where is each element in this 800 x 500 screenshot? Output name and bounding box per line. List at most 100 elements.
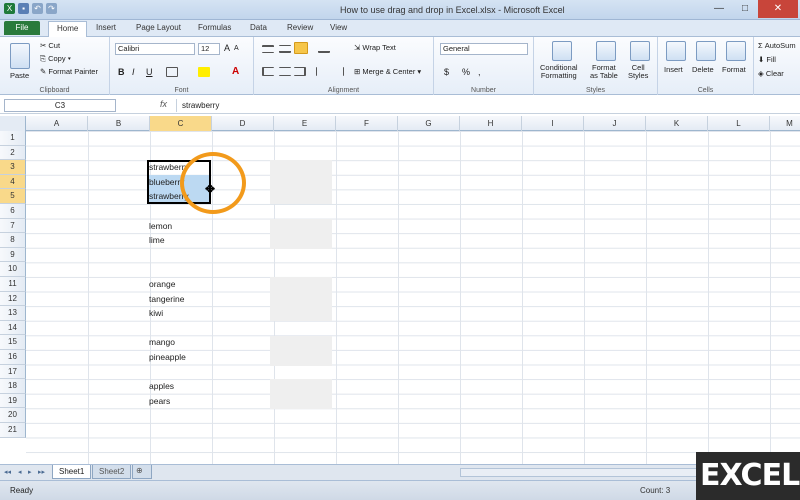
shrink-font-button[interactable]: A	[234, 45, 239, 52]
cell-area[interactable]	[26, 131, 800, 464]
cell-value[interactable]: orange	[149, 277, 175, 292]
wrap-text-button[interactable]: ⇲ Wrap Text	[354, 43, 396, 52]
tab-review[interactable]: Review	[287, 23, 313, 32]
paste-button[interactable]: Paste	[10, 71, 29, 80]
align-bottom-icon[interactable]	[294, 42, 308, 54]
orientation-icon[interactable]	[318, 45, 330, 53]
tab-page-layout[interactable]: Page Layout	[136, 23, 181, 32]
row-header-11[interactable]: 11	[0, 277, 26, 292]
horizontal-scrollbar[interactable]	[460, 468, 700, 477]
row-header-18[interactable]: 18	[0, 379, 26, 394]
italic-button[interactable]: I	[132, 67, 135, 77]
insert-cells-icon[interactable]	[666, 41, 686, 61]
cell-value[interactable]: apples	[149, 379, 174, 394]
row-header-1[interactable]: 1	[0, 131, 26, 146]
row-header-14[interactable]: 14	[0, 320, 26, 336]
column-header-h[interactable]: H	[460, 116, 522, 131]
select-all-corner[interactable]	[0, 116, 26, 131]
column-header-e[interactable]: E	[274, 116, 336, 131]
undo-icon[interactable]: ↶	[32, 3, 43, 14]
insert-cells-button[interactable]: Insert	[664, 65, 683, 74]
borders-icon[interactable]	[166, 67, 178, 77]
row-header-13[interactable]: 13	[0, 306, 26, 321]
row-header-15[interactable]: 15	[0, 335, 26, 350]
cell-value[interactable]: pineapple	[149, 350, 186, 365]
font-name-select[interactable]: Calibri	[115, 43, 195, 55]
cell-value[interactable]: pears	[149, 394, 170, 409]
percent-button[interactable]: %	[462, 67, 470, 77]
row-header-6[interactable]: 6	[0, 204, 26, 219]
cell-value[interactable]: lime	[149, 233, 165, 248]
row-header-10[interactable]: 10	[0, 262, 26, 277]
row-header-17[interactable]: 17	[0, 364, 26, 380]
sheet-tab-sheet1[interactable]: Sheet1	[52, 465, 92, 479]
column-header-i[interactable]: I	[522, 116, 584, 131]
row-header-16[interactable]: 16	[0, 350, 26, 365]
delete-cells-icon[interactable]	[696, 41, 716, 61]
format-as-table-button[interactable]: Format as Table	[590, 64, 618, 80]
prev-sheet-icon[interactable]: ◂	[18, 468, 22, 476]
align-right-icon[interactable]	[294, 67, 306, 76]
cut-button[interactable]: ✂ Cut	[40, 41, 60, 50]
align-left-icon[interactable]	[262, 67, 274, 76]
row-header-12[interactable]: 12	[0, 291, 26, 307]
increase-indent-icon[interactable]	[332, 67, 344, 76]
row-header-2[interactable]: 2	[0, 145, 26, 161]
decrease-indent-icon[interactable]	[316, 67, 328, 76]
column-header-b[interactable]: B	[88, 116, 150, 131]
format-cells-icon[interactable]	[726, 41, 746, 61]
bold-button[interactable]: B	[118, 67, 125, 77]
format-painter-button[interactable]: ✎ Format Painter	[40, 67, 98, 76]
row-header-7[interactable]: 7	[0, 218, 26, 234]
currency-button[interactable]: $	[444, 67, 449, 77]
name-box[interactable]: C3	[4, 99, 116, 112]
minimize-icon[interactable]: —	[706, 0, 732, 18]
column-header-d[interactable]: D	[212, 116, 274, 131]
format-as-table-icon[interactable]	[596, 41, 616, 61]
next-sheet-icon[interactable]: ▸	[28, 468, 32, 476]
fill-button[interactable]: ⬇ Fill	[758, 55, 776, 64]
align-middle-icon[interactable]	[279, 45, 291, 53]
delete-cells-button[interactable]: Delete	[692, 65, 714, 74]
insert-sheet-icon[interactable]: ⊕	[132, 465, 152, 479]
formula-input[interactable]: strawberry	[176, 99, 796, 112]
column-header-l[interactable]: L	[708, 116, 770, 131]
clear-button[interactable]: ◈ Clear	[758, 69, 784, 78]
cell-value[interactable]: tangerine	[149, 292, 184, 307]
cell-value[interactable]: mango	[149, 335, 175, 350]
column-header-f[interactable]: F	[336, 116, 398, 131]
cell-value[interactable]: lemon	[149, 219, 172, 234]
comma-button[interactable]: ,	[478, 67, 481, 77]
row-header-5[interactable]: 5	[0, 189, 26, 204]
underline-button[interactable]: U	[146, 67, 153, 77]
row-header-8[interactable]: 8	[0, 233, 26, 248]
close-icon[interactable]: ✕	[758, 0, 798, 18]
conditional-formatting-icon[interactable]	[552, 41, 572, 61]
font-size-select[interactable]: 12	[198, 43, 220, 55]
row-header-9[interactable]: 9	[0, 247, 26, 263]
column-header-m[interactable]: M	[770, 116, 800, 131]
column-header-a[interactable]: A	[26, 116, 88, 131]
grow-font-button[interactable]: A	[224, 43, 230, 53]
column-header-c[interactable]: C	[150, 116, 212, 131]
fill-color-icon[interactable]	[198, 67, 210, 77]
font-color-button[interactable]: A	[232, 66, 239, 77]
column-header-j[interactable]: J	[584, 116, 646, 131]
merge-center-button[interactable]: ⊞ Merge & Center ▾	[354, 67, 421, 76]
align-top-icon[interactable]	[262, 45, 274, 53]
tab-formulas[interactable]: Formulas	[198, 23, 231, 32]
cell-value[interactable]: kiwi	[149, 306, 163, 321]
autosum-button[interactable]: Σ AutoSum	[758, 41, 796, 50]
worksheet-grid[interactable]: ABCDEFGHIJKLM 1 2 3 4 5 6 7 8 9 10 11 12 13 14 15 16 17 1…	[0, 116, 800, 464]
format-cells-button[interactable]: Format	[722, 65, 746, 74]
row-header-19[interactable]: 19	[0, 393, 26, 409]
cell-styles-button[interactable]: Cell Styles	[628, 64, 648, 80]
conditional-formatting-button[interactable]: Conditional Formatting	[540, 64, 578, 80]
row-header-3[interactable]: 3	[0, 160, 26, 175]
tab-home[interactable]: Home	[48, 21, 88, 37]
row-header-20[interactable]: 20	[0, 408, 26, 423]
maximize-icon[interactable]: □	[732, 0, 758, 18]
fx-icon[interactable]: fx	[160, 99, 167, 109]
row-header-4[interactable]: 4	[0, 174, 26, 190]
tab-insert[interactable]: Insert	[96, 23, 116, 32]
